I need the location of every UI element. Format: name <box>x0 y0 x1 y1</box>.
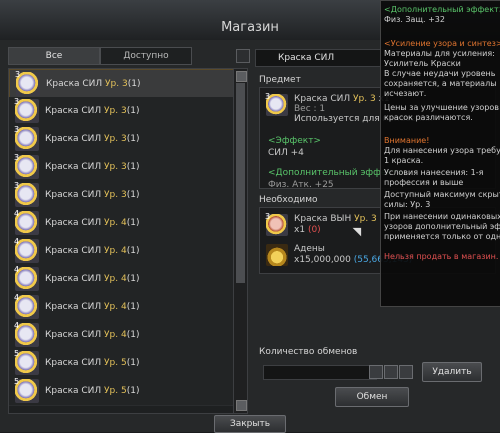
tab-available[interactable]: Доступно <box>100 47 192 65</box>
subject-weight: Вес : 1 <box>294 104 326 114</box>
tooltip-line: <Усиление узора и синтез> <box>384 39 500 48</box>
list-item[interactable]: 3 Краска СИЛ Ур. 3(1) <box>9 125 233 154</box>
paint-icon: 4 <box>14 321 39 347</box>
tooltip-line: 1 краска. <box>384 156 424 165</box>
extra-effect-value: Физ. Атк. +25 <box>268 180 334 190</box>
cursor-icon <box>352 223 366 237</box>
paint-icon: 3 <box>14 97 39 123</box>
scroll-down-icon[interactable] <box>236 400 247 411</box>
tooltip-line: Внимание! <box>384 136 430 145</box>
tooltip-line: В случае неудачи уровень <box>384 69 496 78</box>
max-icon[interactable] <box>369 365 383 379</box>
exchange-button[interactable]: Обмен <box>335 387 409 407</box>
tooltip-line: Для нанесения узора требуется <box>384 146 500 155</box>
item-name: Краска СИЛ Ур. 3(1) <box>46 79 141 89</box>
item-name: Краска СИЛ Ур. 3(1) <box>45 106 140 116</box>
item-name: Краска СИЛ Ур. 4(1) <box>45 218 140 228</box>
paint-icon: 4 <box>14 209 39 235</box>
tooltip-line: Физ. Защ. +32 <box>384 15 445 24</box>
tooltip-line: исчезают. <box>384 89 427 98</box>
paint-icon: 4 <box>14 237 39 263</box>
tooltip-line: Цены за улучшение узоров и <box>384 103 500 112</box>
effect-title: <Эффект> <box>268 136 321 146</box>
paint-icon: 3 <box>265 92 288 116</box>
paint-icon: 3 <box>14 125 39 151</box>
adena-name: Адены <box>294 244 325 254</box>
paint-icon: 3 <box>15 70 40 96</box>
list-item[interactable]: 3 Краска СИЛ Ур. 3(1) <box>9 97 233 126</box>
item-name: Краска СИЛ Ур. 4(1) <box>45 274 140 284</box>
item-name: Краска СИЛ Ур. 4(1) <box>45 330 140 340</box>
tooltip-line: профессия и выше <box>384 178 464 187</box>
close-button[interactable]: Закрыть <box>214 415 286 433</box>
tooltip-line: <Дополнительный эффект> <box>384 5 500 14</box>
decrement-icon[interactable] <box>384 365 398 379</box>
list-item[interactable]: 3 Краска СИЛ Ур. 3(1) <box>9 69 233 99</box>
required-label: Необходимо <box>259 195 318 205</box>
increment-icon[interactable] <box>399 365 413 379</box>
tooltip-line: Материалы для усиления: <box>384 49 495 58</box>
item-list: 3 Краска СИЛ Ур. 3(1) 3 Краска СИЛ Ур. 3… <box>8 68 234 414</box>
tooltip-line: Доступный максимум скрытой <box>384 190 500 199</box>
scroll-up-icon[interactable] <box>236 71 247 82</box>
list-item[interactable]: 4 Краска СИЛ Ур. 4(1) <box>9 265 233 294</box>
list-scrollbar[interactable] <box>233 68 248 414</box>
subject-name: Краска СИЛ Ур. 3 x1 <box>294 94 390 104</box>
paint-icon: 4 <box>14 293 39 319</box>
subject-label: Предмет <box>259 75 301 85</box>
item-name: Краска СИЛ Ур. 5(1) <box>45 358 140 368</box>
paint-icon: 3 <box>14 181 39 207</box>
paint-icon: 3 <box>265 212 288 236</box>
paint-icon: 4 <box>14 265 39 291</box>
grid-view-icon[interactable] <box>236 49 250 63</box>
item-name: Краска СИЛ Ур. 5(1) <box>45 386 140 396</box>
tab-bar: Все Доступно <box>8 47 244 65</box>
item-name: Краска СИЛ Ур. 3(1) <box>45 162 140 172</box>
tooltip-line: сохраняется, а материалы <box>384 79 497 88</box>
paint-icon: 5 <box>14 349 39 375</box>
tooltip-line: применяется только от одного. <box>384 232 500 241</box>
required-item-count: x1 (0) <box>294 225 321 235</box>
exchange-count-label: Количество обменов <box>259 347 358 357</box>
scroll-thumb[interactable] <box>236 83 245 283</box>
paint-icon: 5 <box>14 377 39 403</box>
required-item-name: Краска ВЫН Ур. 3 <box>294 214 377 224</box>
list-item[interactable]: 4 Краска СИЛ Ур. 4(1) <box>9 237 233 266</box>
list-item[interactable]: 5 Краска СИЛ Ур. 5(1) <box>9 349 233 378</box>
item-name: Краска СИЛ Ур. 3(1) <box>45 190 140 200</box>
effect-value: СИЛ +4 <box>268 148 304 158</box>
adena-icon <box>266 244 288 266</box>
paint-icon: 3 <box>14 153 39 179</box>
list-item[interactable]: 5 Краска СИЛ Ур. 5(1) <box>9 377 233 406</box>
list-item[interactable]: 4 Краска СИЛ Ур. 4(1) <box>9 209 233 238</box>
item-name: Краска СИЛ Ур. 4(1) <box>45 302 140 312</box>
item-name: Краска СИЛ Ур. 4(1) <box>45 246 140 256</box>
tooltip-line: Условия нанесения: 1-я <box>384 168 484 177</box>
tooltip-line: Нельзя продать в магазин. <box>384 252 499 261</box>
list-item[interactable]: 3 Краска СИЛ Ур. 3(1) <box>9 153 233 182</box>
item-name: Краска СИЛ Ур. 3(1) <box>45 134 140 144</box>
list-item[interactable]: 3 Краска СИЛ Ур. 3(1) <box>9 181 233 210</box>
tab-all[interactable]: Все <box>8 47 100 65</box>
tooltip-line: Усилитель Краски <box>384 59 461 68</box>
list-item[interactable]: 4 Краска СИЛ Ур. 4(1) <box>9 293 233 322</box>
exchange-count-input[interactable] <box>263 365 377 380</box>
list-item[interactable]: 4 Краска СИЛ Ур. 4(1) <box>9 321 233 350</box>
delete-button[interactable]: Удалить <box>422 362 482 382</box>
item-tooltip: <Дополнительный эффект> Физ. Защ. +32 <У… <box>380 0 500 307</box>
tooltip-line: узоров дополнительный эффект <box>384 222 500 231</box>
tooltip-line: красок различаются. <box>384 113 473 122</box>
tooltip-line: силы: Ур. 3 <box>384 200 431 209</box>
tooltip-line: При нанесении одинаковых <box>384 212 500 221</box>
